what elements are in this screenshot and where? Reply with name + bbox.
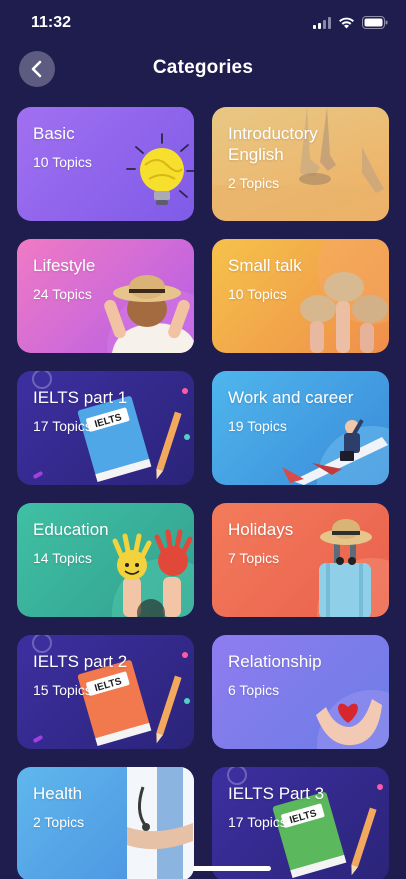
status-bar: 11:32 [0,0,406,46]
wifi-icon [339,17,354,28]
topic-count: 19 Topics [228,418,287,434]
category-title: Relationship [228,652,322,671]
navigation-bar: Categories [0,48,406,90]
topic-count: 24 Topics [33,286,92,302]
category-card-lifestyle[interactable]: Lifestyle 24 Topics [17,239,194,353]
topic-count: 10 Topics [33,154,92,170]
topic-count: 2 Topics [228,175,280,191]
topic-count: 17 Topics [33,418,92,434]
category-card-ielts-part-2[interactable]: IELTS IELTS part 2 15 Topics [17,635,194,749]
cellular-signal-icon [313,16,331,29]
category-card-education[interactable]: Education 14 Topics [17,503,194,617]
category-title: Small talk [228,256,302,275]
page-title: Categories [152,57,254,78]
topic-count: 6 Topics [228,682,280,698]
category-title: Education [33,520,109,539]
status-icons [313,16,388,29]
category-card-ielts-part-1[interactable]: IELTS IELTS part 1 17 Topics [17,371,194,485]
category-card-holidays[interactable]: Holidays 7 Topics [212,503,389,617]
topic-count: 17 Topics [228,814,287,830]
category-title: Basic [33,124,75,143]
topic-count: 14 Topics [33,550,92,566]
category-card-work-and-career[interactable]: Work and career 19 Topics [212,371,389,485]
category-card-ielts-part-3[interactable]: IELTS IELTS Part 3 17 Topics [212,767,389,879]
status-time: 11:32 [31,14,72,31]
category-title: IELTS part 1 [33,388,128,407]
category-title: Holidays [228,520,294,539]
category-card-relationship[interactable]: Relationship 6 Topics [212,635,389,749]
topic-count: 15 Topics [33,682,92,698]
category-title: IELTS part 2 [33,652,128,671]
category-card-introductory-english[interactable]: Introductory English 2 Topics [212,107,389,221]
topic-count: 10 Topics [228,286,287,302]
category-title: Health [33,784,83,803]
category-title: IELTS Part 3 [228,784,325,803]
topic-count: 2 Topics [33,814,85,830]
category-card-health[interactable]: Health 2 Topics [17,767,194,879]
topic-count: 7 Topics [228,550,280,566]
category-title: Introductory English [228,124,318,164]
category-title: Work and career [228,388,354,407]
category-card-basic[interactable]: Basic 10 Topics [17,107,194,221]
battery-icon [362,16,388,29]
category-card-small-talk[interactable]: Small talk 10 Topics [212,239,389,353]
category-title: Lifestyle [33,256,96,275]
